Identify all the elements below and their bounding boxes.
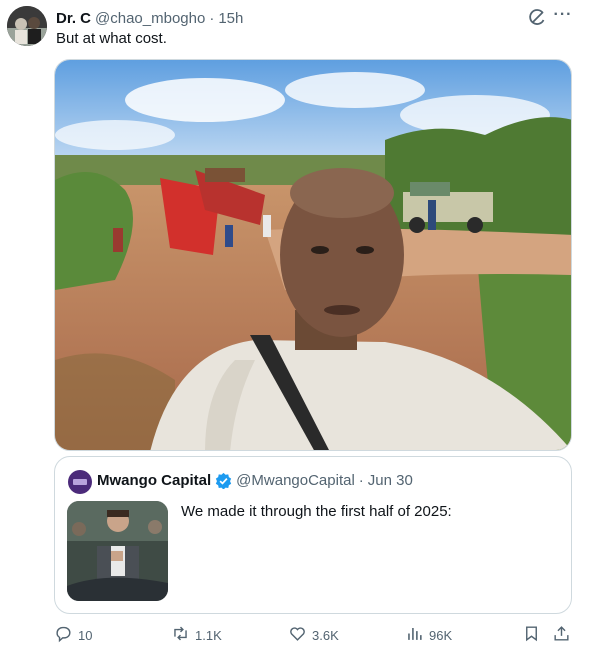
share-icon xyxy=(552,624,571,646)
quoted-author-avatar[interactable] xyxy=(68,470,92,494)
tweet-header: Dr. C @chao_mbogho · 15h xyxy=(56,8,243,28)
bookmark-button[interactable] xyxy=(522,624,541,646)
separator: · xyxy=(358,472,364,489)
author-name[interactable]: Dr. C xyxy=(56,10,91,27)
like-icon xyxy=(288,624,307,646)
repost-count: 1.1K xyxy=(195,627,222,643)
like-button[interactable]: 3.6K xyxy=(288,624,339,646)
quoted-author-handle: @MwangoCapital xyxy=(236,472,355,489)
views-button[interactable]: 96K xyxy=(405,624,452,646)
repost-button[interactable]: 1.1K xyxy=(171,624,222,646)
views-icon xyxy=(405,624,424,646)
share-button[interactable] xyxy=(552,624,571,646)
quoted-tweet-thumbnail[interactable] xyxy=(67,501,168,601)
avatar[interactable] xyxy=(7,6,47,46)
grok-icon[interactable] xyxy=(527,8,547,28)
views-count: 96K xyxy=(429,627,453,643)
reply-icon xyxy=(54,624,73,646)
quoted-tweet[interactable]: Mwango Capital @MwangoCapital · Jun 30 W… xyxy=(54,456,572,614)
quoted-tweet-date: Jun 30 xyxy=(367,472,413,489)
bookmark-icon xyxy=(522,624,541,646)
tweet-time[interactable]: 15h xyxy=(218,10,243,27)
quoted-author-name: Mwango Capital xyxy=(97,472,212,489)
verified-icon xyxy=(215,472,232,490)
like-count: 3.6K xyxy=(312,627,339,643)
action-bar: 10 1.1K 3.6K 96K xyxy=(54,624,574,646)
repost-icon xyxy=(171,624,190,646)
tweet-photo[interactable] xyxy=(54,59,572,451)
reply-button[interactable]: 10 xyxy=(54,624,92,646)
tweet: Dr. C @chao_mbogho · 15h But at what cos… xyxy=(0,0,601,661)
quoted-tweet-text: We made it through the first half of 202… xyxy=(181,503,452,520)
quoted-tweet-header: Mwango Capital @MwangoCapital · Jun 30 xyxy=(97,472,413,490)
more-icon[interactable]: ··· xyxy=(552,6,574,26)
separator: · xyxy=(209,9,215,27)
author-handle[interactable]: @chao_mbogho xyxy=(95,10,205,27)
reply-count: 10 xyxy=(78,627,93,643)
tweet-text: But at what cost. xyxy=(56,30,167,47)
